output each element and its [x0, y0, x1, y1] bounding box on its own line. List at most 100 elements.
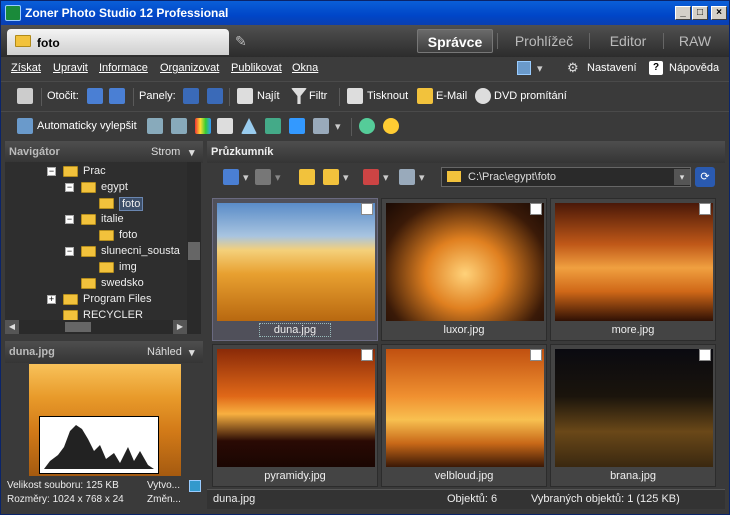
menu-ziskat[interactable]: Získat: [11, 62, 41, 74]
find-button[interactable]: Najít: [257, 90, 280, 102]
favorites-icon[interactable]: [323, 169, 339, 185]
email-icon[interactable]: [417, 88, 433, 104]
menu-organizovat[interactable]: Organizovat: [160, 62, 219, 74]
tree-item[interactable]: foto: [119, 229, 137, 241]
printer-icon[interactable]: [347, 88, 363, 104]
chevron-down-icon[interactable]: ▾: [189, 146, 195, 159]
tree-item[interactable]: Prac: [83, 165, 106, 177]
dvd-button[interactable]: DVD promítání: [494, 90, 567, 102]
thumbnail-image: [555, 349, 713, 467]
filter-icon[interactable]: [291, 88, 307, 104]
thumbnail-item[interactable]: luxor.jpg: [381, 198, 547, 341]
thumbnail-item[interactable]: pyramidy.jpg: [212, 344, 378, 487]
collapse-icon[interactable]: −: [65, 183, 74, 192]
brightness-icon[interactable]: [217, 118, 233, 134]
tree-item[interactable]: foto: [119, 197, 144, 211]
thumbnail-image: [386, 203, 544, 321]
tab-prohlizec[interactable]: Prohlížeč: [501, 29, 587, 53]
tree-item[interactable]: italie: [101, 213, 124, 225]
sort-icon[interactable]: [363, 169, 379, 185]
crop-icon[interactable]: [289, 118, 305, 134]
effects-icon[interactable]: [313, 118, 329, 134]
thumbnail-item[interactable]: more.jpg: [550, 198, 716, 341]
menu-publikovat[interactable]: Publikovat: [231, 62, 282, 74]
info-toggle-icon[interactable]: [189, 480, 201, 492]
folder-tab[interactable]: foto: [7, 29, 229, 55]
file-type-icon: [699, 203, 711, 215]
tree-item[interactable]: slunecni_sousta: [101, 245, 180, 257]
folder-tree: − Prac − egypt foto − italie foto − slunecni_sous…: [5, 162, 187, 320]
menu-okna[interactable]: Okna: [292, 62, 318, 74]
tree-item[interactable]: swedsko: [101, 277, 144, 289]
folder-icon: [81, 246, 96, 257]
folder-icon: [99, 262, 114, 273]
tree-item[interactable]: Program Files: [83, 293, 151, 305]
toolbar-main: Otočit: Panely: Najít Filtr Tisknout E-M…: [1, 81, 729, 109]
panel-k-icon[interactable]: [183, 88, 199, 104]
path-combobox[interactable]: C:\Prac\egypt\foto ▾: [441, 167, 691, 187]
chevron-down-icon[interactable]: ▾: [537, 62, 543, 75]
binoculars-icon[interactable]: [237, 88, 253, 104]
rotate-left-icon[interactable]: [87, 88, 103, 104]
tab-spravce[interactable]: Správce: [417, 29, 493, 53]
location-icon[interactable]: [383, 118, 399, 134]
monitor-icon[interactable]: [517, 61, 531, 75]
settings-link[interactable]: Nastavení: [587, 62, 637, 74]
navigator-mode[interactable]: Strom: [151, 146, 180, 158]
expand-icon[interactable]: +: [47, 295, 56, 304]
collapse-icon[interactable]: −: [47, 167, 56, 176]
curves-icon[interactable]: [171, 118, 187, 134]
chevron-down-icon[interactable]: ▾: [243, 171, 249, 184]
levels-icon[interactable]: [147, 118, 163, 134]
preview-mode[interactable]: Náhled: [147, 346, 182, 358]
minimize-button[interactable]: _: [675, 6, 691, 20]
auto-enhance-button[interactable]: Automaticky vylepšit: [37, 120, 137, 132]
maximize-button[interactable]: □: [692, 6, 708, 20]
help-icon[interactable]: ?: [649, 61, 663, 75]
chevron-down-icon[interactable]: ▾: [383, 171, 389, 184]
chevron-down-icon[interactable]: ▾: [674, 169, 690, 185]
menu-informace[interactable]: Informace: [99, 62, 148, 74]
print-button[interactable]: Tisknout: [367, 90, 408, 102]
resize-icon[interactable]: [265, 118, 281, 134]
gear-icon[interactable]: ⚙: [567, 60, 579, 76]
rotate-right-icon[interactable]: [109, 88, 125, 104]
chevron-down-icon[interactable]: ▾: [189, 346, 195, 359]
thumbnail-label: more.jpg: [611, 324, 655, 336]
dvd-icon[interactable]: [475, 88, 491, 104]
collapse-icon[interactable]: −: [65, 215, 74, 224]
help-link[interactable]: Nápověda: [669, 62, 719, 74]
view-grid-icon[interactable]: [399, 169, 415, 185]
email-button[interactable]: E-Mail: [436, 90, 467, 102]
camera-icon[interactable]: [17, 88, 33, 104]
tree-vscroll[interactable]: [187, 162, 201, 320]
menu-upravit[interactable]: Upravit: [53, 62, 88, 74]
tree-hscroll[interactable]: ◀ ▶: [5, 320, 201, 334]
panel-s-icon[interactable]: [207, 88, 223, 104]
tab-raw[interactable]: RAW: [667, 29, 723, 53]
folder-icon: [81, 278, 96, 289]
chevron-down-icon[interactable]: ▾: [419, 171, 425, 184]
forward-icon[interactable]: [255, 169, 271, 185]
close-button[interactable]: ×: [711, 6, 727, 20]
thumbnail-item[interactable]: duna.jpg: [212, 198, 378, 341]
thumbnail-item[interactable]: brana.jpg: [550, 344, 716, 487]
thumbnail-item[interactable]: velbloud.jpg: [381, 344, 547, 487]
tree-item[interactable]: img: [119, 261, 137, 273]
tree-item[interactable]: egypt: [101, 181, 128, 193]
back-icon[interactable]: [223, 169, 239, 185]
chevron-down-icon[interactable]: ▾: [335, 120, 341, 133]
chevron-down-icon[interactable]: ▾: [343, 171, 349, 184]
tab-editor[interactable]: Editor: [593, 29, 663, 53]
title-bar[interactable]: Zoner Photo Studio 12 Professional _ □ ×: [1, 1, 729, 25]
color-icon[interactable]: [195, 118, 211, 134]
filter-button[interactable]: Filtr: [309, 90, 327, 102]
wand-icon[interactable]: [17, 118, 33, 134]
tree-item[interactable]: RECYCLER: [83, 309, 143, 320]
folder-up-icon[interactable]: [299, 169, 315, 185]
sharpen-icon[interactable]: [241, 118, 257, 134]
add-icon[interactable]: [359, 118, 375, 134]
refresh-icon[interactable]: ⟳: [695, 167, 715, 187]
collapse-icon[interactable]: −: [65, 247, 74, 256]
edit-icon[interactable]: ✎: [235, 33, 251, 49]
